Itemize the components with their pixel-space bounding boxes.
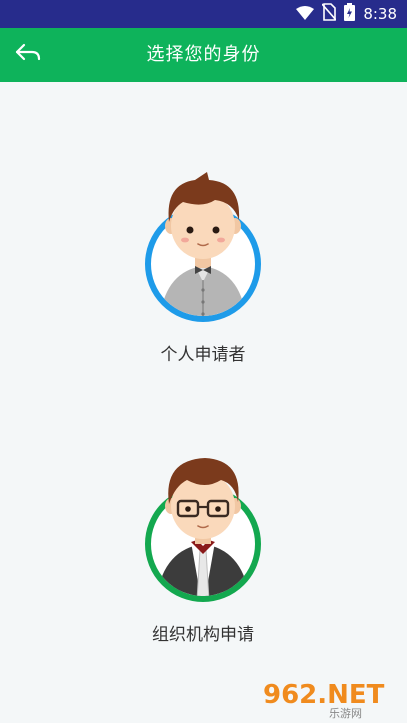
role-label-organization: 组织机构申请 <box>152 625 254 645</box>
status-time: 8:38 <box>363 5 397 23</box>
watermark-brand: 962.NET <box>263 680 385 710</box>
battery-charging-icon <box>344 3 356 25</box>
role-option-individual[interactable]: 个人申请者 <box>103 170 303 370</box>
status-bar: 8:38 <box>0 0 407 28</box>
no-sim-icon <box>321 3 337 25</box>
organization-avatar <box>145 458 261 602</box>
watermark-subtitle: 乐游网 <box>329 707 362 719</box>
back-arrow-icon <box>14 42 42 68</box>
status-icons: 8:38 <box>296 3 397 25</box>
individual-avatar <box>145 172 261 322</box>
back-button[interactable] <box>10 39 46 71</box>
app-bar: 选择您的身份 <box>0 28 407 82</box>
wifi-icon <box>296 5 315 24</box>
role-label-individual: 个人申请者 <box>160 345 246 365</box>
page-title: 选择您的身份 <box>146 44 261 65</box>
watermark-logo: 962.NET 乐游网 <box>261 675 401 720</box>
role-option-organization[interactable]: 组织机构申请 <box>103 450 303 650</box>
